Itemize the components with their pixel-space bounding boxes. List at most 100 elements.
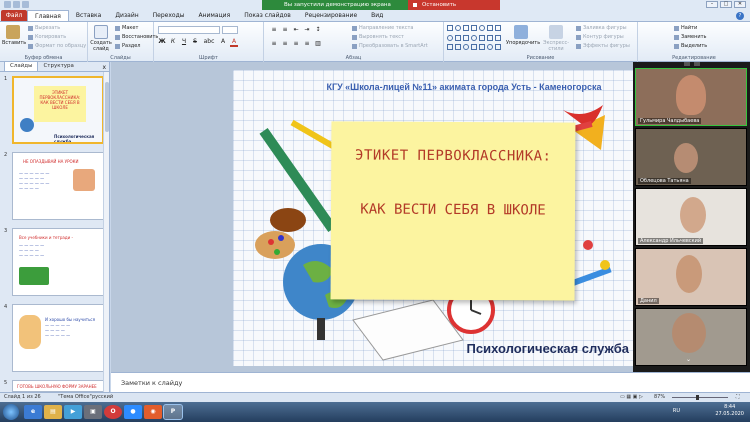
video-tile[interactable]: ⌄ bbox=[635, 308, 747, 366]
language-status[interactable]: русский bbox=[92, 393, 113, 402]
font-label: Шрифт bbox=[199, 55, 218, 61]
arrange-button[interactable]: Упорядочить bbox=[506, 25, 540, 46]
bullets-icon[interactable]: ≡ bbox=[270, 26, 278, 33]
tab-view[interactable]: Вид bbox=[364, 10, 390, 21]
slides-scrollbar[interactable] bbox=[103, 72, 109, 392]
font-color-button[interactable]: A bbox=[230, 38, 238, 47]
view-toggle-icon[interactable] bbox=[683, 62, 690, 66]
tab-animation[interactable]: Анимация bbox=[191, 10, 237, 21]
format-painter-button[interactable]: Формат по образцу bbox=[28, 43, 86, 50]
find-button[interactable]: Найти bbox=[674, 25, 697, 32]
layout-button[interactable]: Макет bbox=[115, 25, 138, 32]
redo-icon[interactable] bbox=[22, 1, 29, 8]
tab-insert[interactable]: Вставка bbox=[69, 10, 108, 21]
tab-slides[interactable]: Слайды bbox=[4, 61, 39, 71]
powerpoint-icon[interactable]: P bbox=[163, 404, 183, 420]
close-panel-icon[interactable]: x bbox=[102, 64, 106, 71]
clock[interactable]: 8:44 27.05.2020 bbox=[715, 404, 744, 418]
shape-effects-button[interactable]: Эффекты фигуры bbox=[576, 43, 630, 50]
view-buttons[interactable]: ▭ ▦ ▣ ▷ bbox=[620, 393, 643, 402]
slide-counter: Слайд 1 из 26 bbox=[4, 394, 41, 400]
view-toggle-icon[interactable] bbox=[693, 62, 700, 66]
title-card[interactable]: ЭТИКЕТ ПЕРВОКЛАССНИКА: КАК ВЕСТИ СЕБЯ В … bbox=[330, 121, 576, 301]
align-left-icon[interactable]: ≡ bbox=[270, 40, 278, 47]
line-spacing-icon[interactable]: ↕ bbox=[314, 26, 322, 33]
shape-icon bbox=[471, 25, 477, 31]
save-icon[interactable] bbox=[4, 1, 11, 8]
video-tile[interactable]: Гульмира Чалдыбаева bbox=[635, 68, 747, 126]
copy-button[interactable]: Копировать bbox=[28, 34, 66, 41]
app-icon[interactable]: ▣ bbox=[84, 405, 102, 419]
cut-button[interactable]: Вырезать bbox=[28, 25, 60, 32]
maximize-button[interactable]: □ bbox=[720, 1, 732, 8]
shapes-gallery[interactable] bbox=[447, 25, 501, 53]
strikethrough-button[interactable]: S bbox=[191, 38, 199, 47]
participant-avatar bbox=[676, 75, 706, 115]
quick-styles-button[interactable]: Экспресс-стили bbox=[540, 25, 572, 52]
numbering-icon[interactable]: ≡ bbox=[281, 26, 289, 33]
smartart-icon bbox=[352, 44, 357, 49]
justify-icon[interactable]: ≡ bbox=[303, 40, 311, 47]
replace-button[interactable]: Заменить bbox=[674, 34, 707, 41]
opera-icon[interactable]: O bbox=[104, 405, 122, 419]
indent-icon[interactable]: ⇥ bbox=[303, 26, 311, 33]
shadow-button[interactable]: abc bbox=[202, 38, 216, 47]
bold-button[interactable]: Ж bbox=[158, 38, 166, 47]
underline-button[interactable]: Ч bbox=[180, 38, 188, 47]
fit-to-window-icon[interactable]: ⛶ bbox=[736, 393, 740, 402]
undo-icon[interactable] bbox=[13, 1, 20, 8]
tab-outline[interactable]: Структура bbox=[38, 62, 78, 71]
zoom-level[interactable]: 87% bbox=[654, 393, 665, 402]
outdent-icon[interactable]: ⇤ bbox=[292, 26, 300, 33]
shape-icon bbox=[471, 44, 477, 51]
reset-icon bbox=[115, 35, 120, 40]
participant-avatar bbox=[672, 313, 706, 353]
zoom-slider[interactable] bbox=[672, 395, 728, 400]
main-slide[interactable]: КГУ «Школа-лицей №11» акимата города Уст… bbox=[233, 70, 635, 366]
grow-font-button[interactable]: A bbox=[219, 38, 227, 47]
shape-outline-button[interactable]: Контур фигуры bbox=[576, 34, 624, 41]
font-size-box[interactable] bbox=[222, 26, 238, 34]
minimize-button[interactable]: – bbox=[706, 1, 718, 8]
tab-slideshow[interactable]: Показ слайдов bbox=[237, 10, 298, 21]
section-button[interactable]: Раздел bbox=[115, 43, 140, 50]
start-button[interactable] bbox=[3, 404, 19, 420]
language-indicator[interactable]: RU bbox=[673, 408, 680, 414]
zoom-app-icon[interactable]: ● bbox=[124, 405, 142, 419]
shape-fill-button[interactable]: Заливка фигуры bbox=[576, 25, 627, 32]
align-right-icon[interactable]: ≡ bbox=[292, 40, 300, 47]
notes-pane[interactable]: Заметки к слайду bbox=[111, 372, 750, 392]
folder-icon[interactable]: ▤ bbox=[44, 405, 62, 419]
ie-icon[interactable]: e bbox=[24, 405, 42, 419]
browser-icon[interactable]: ◉ bbox=[144, 405, 162, 419]
columns-icon[interactable]: ▥ bbox=[314, 40, 322, 47]
tab-file[interactable]: Файл bbox=[1, 10, 27, 21]
zoom-slider-knob[interactable] bbox=[696, 395, 699, 400]
close-button[interactable]: ✕ bbox=[734, 1, 746, 8]
reset-button[interactable]: Восстановить bbox=[115, 34, 158, 41]
shape-icon bbox=[479, 34, 485, 41]
chevron-down-icon[interactable]: ⌄ bbox=[686, 356, 691, 363]
scroll-thumb[interactable] bbox=[105, 82, 109, 132]
tab-home[interactable]: Главная bbox=[27, 10, 69, 21]
video-tile[interactable]: Облецова Татьяна bbox=[635, 128, 747, 186]
new-slide-button[interactable]: Создать слайд bbox=[90, 25, 112, 52]
select-button[interactable]: Выделить bbox=[674, 43, 707, 50]
tab-transitions[interactable]: Переходы bbox=[146, 10, 192, 21]
align-center-icon[interactable]: ≡ bbox=[281, 40, 289, 47]
paste-button[interactable]: Вставить bbox=[2, 25, 26, 46]
smartart-button[interactable]: Преобразовать в SmartArt bbox=[352, 43, 428, 50]
media-player-icon[interactable]: ▶ bbox=[64, 405, 82, 419]
stop-sharing-button[interactable]: Остановить демонстрацию bbox=[408, 0, 500, 18]
font-name-box[interactable] bbox=[158, 26, 220, 34]
slides-group: Создать слайд Макет Восстановить Раздел … bbox=[88, 22, 158, 62]
video-tile[interactable]: Данил bbox=[635, 248, 747, 306]
align-text-button[interactable]: Выровнять текст bbox=[352, 34, 404, 41]
tab-design[interactable]: Дизайн bbox=[108, 10, 145, 21]
italic-button[interactable]: К bbox=[169, 38, 177, 47]
dog-illustration-icon bbox=[19, 315, 41, 349]
video-tile[interactable]: Александр Ильчевский bbox=[635, 188, 747, 246]
help-icon[interactable]: ? bbox=[736, 12, 744, 20]
tab-review[interactable]: Рецензирование bbox=[298, 10, 364, 21]
text-direction-button[interactable]: Направление текста bbox=[352, 25, 413, 32]
